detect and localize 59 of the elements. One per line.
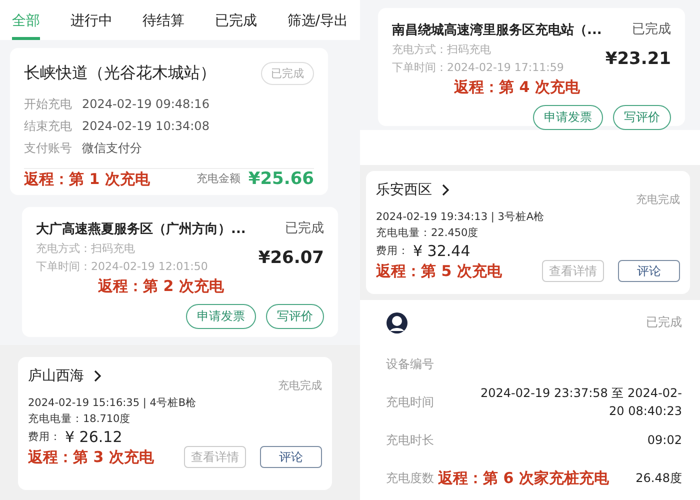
fee-label: 费用：: [376, 244, 409, 259]
fee-label: 费用：: [28, 430, 61, 445]
session-action-button[interactable]: 评论: [260, 446, 322, 468]
field-label: 充电度数: [386, 470, 434, 486]
status-text: 充电完成: [278, 378, 322, 394]
annotation-text: 返程：第 3 次充电: [28, 448, 154, 467]
field-label: 结束充电: [24, 118, 72, 136]
field-value: 26.48度: [636, 470, 682, 487]
field-value: 2024-02-19 23:37:58 至 2024-02-20 08:40:23: [479, 385, 682, 420]
field-value: 09:02: [647, 432, 682, 449]
status-text: 已完成: [285, 220, 324, 238]
session-action-button[interactable]: 评论: [618, 260, 680, 282]
status-text: 已完成: [646, 314, 682, 332]
filter-tab[interactable]: 待结算: [142, 8, 185, 40]
annotation-text: 返程：第 1 次充电: [24, 170, 150, 189]
order-detail: 充电方式：扫码充电: [36, 240, 136, 257]
energy-text: 充电电量：18.710度: [28, 412, 132, 428]
session-info: 2024-02-19 15:16:35 | 4号桩B枪: [28, 396, 198, 411]
chevron-right-icon: [94, 370, 102, 382]
filter-tab[interactable]: 筛选/导出: [287, 8, 348, 40]
order-action-button[interactable]: 写评价: [613, 105, 671, 130]
annotation-text: 返程：第 5 次充电: [376, 262, 502, 281]
filter-tab[interactable]: 已完成: [214, 8, 257, 40]
station-title: 长峡快道（光谷花木城站）: [24, 63, 216, 84]
field-label: 充电时间: [386, 394, 434, 410]
annotation-text: 返程：第 2 次充电: [98, 277, 224, 296]
station-title: 大广高速燕夏服务区（广州方向）...: [36, 220, 246, 238]
fee-value: ¥ 32.44: [413, 242, 470, 260]
annotation-text: 返程：第 6 次家充桩充电: [438, 468, 609, 488]
order-action-button[interactable]: 申请发票: [533, 105, 603, 130]
chevron-right-icon: [442, 184, 450, 196]
field-label: 设备编号: [386, 356, 434, 372]
fee-value: ¥ 26.12: [65, 428, 122, 446]
order-detail: 下单时间：2024-02-19 12:01:50: [36, 259, 208, 276]
amount-label: 充电金额: [196, 170, 240, 187]
order-detail: 下单时间：2024-02-19 17:11:59: [392, 60, 564, 76]
session-info: 2024-02-19 19:34:13 | 3号桩A枪: [376, 210, 546, 225]
filter-tab[interactable]: 进行中: [70, 8, 112, 40]
amount-value: ¥25.66: [248, 168, 314, 189]
field-value: 微信支付分: [82, 140, 142, 158]
station-title: 南昌绕城高速湾里服务区充电站（...: [392, 22, 602, 40]
status-text: 已完成: [632, 21, 671, 39]
energy-text: 充电电量：22.450度: [376, 226, 480, 242]
status-badge: 已完成: [261, 62, 314, 85]
station-title: 庐山西海: [28, 367, 84, 385]
annotation-text: 返程：第 4 次充电: [454, 78, 580, 98]
order-action-button[interactable]: 申请发票: [186, 304, 256, 330]
field-label: 支付账号: [24, 140, 72, 158]
order-action-button[interactable]: 写评价: [266, 304, 324, 330]
price-value: ¥23.21: [605, 49, 671, 70]
field-label: 开始充电: [24, 96, 72, 113]
avatar-icon: [386, 312, 408, 334]
price-value: ¥26.07: [258, 248, 324, 268]
station-title: 乐安西区: [376, 181, 432, 199]
status-text: 充电完成: [636, 192, 680, 208]
field-value: 2024-02-19 10:34:08: [82, 118, 210, 136]
field-value: 2024-02-19 09:48:16: [82, 96, 210, 113]
order-detail: 充电方式：扫码充电: [392, 42, 492, 58]
field-label: 充电时长: [386, 432, 434, 448]
